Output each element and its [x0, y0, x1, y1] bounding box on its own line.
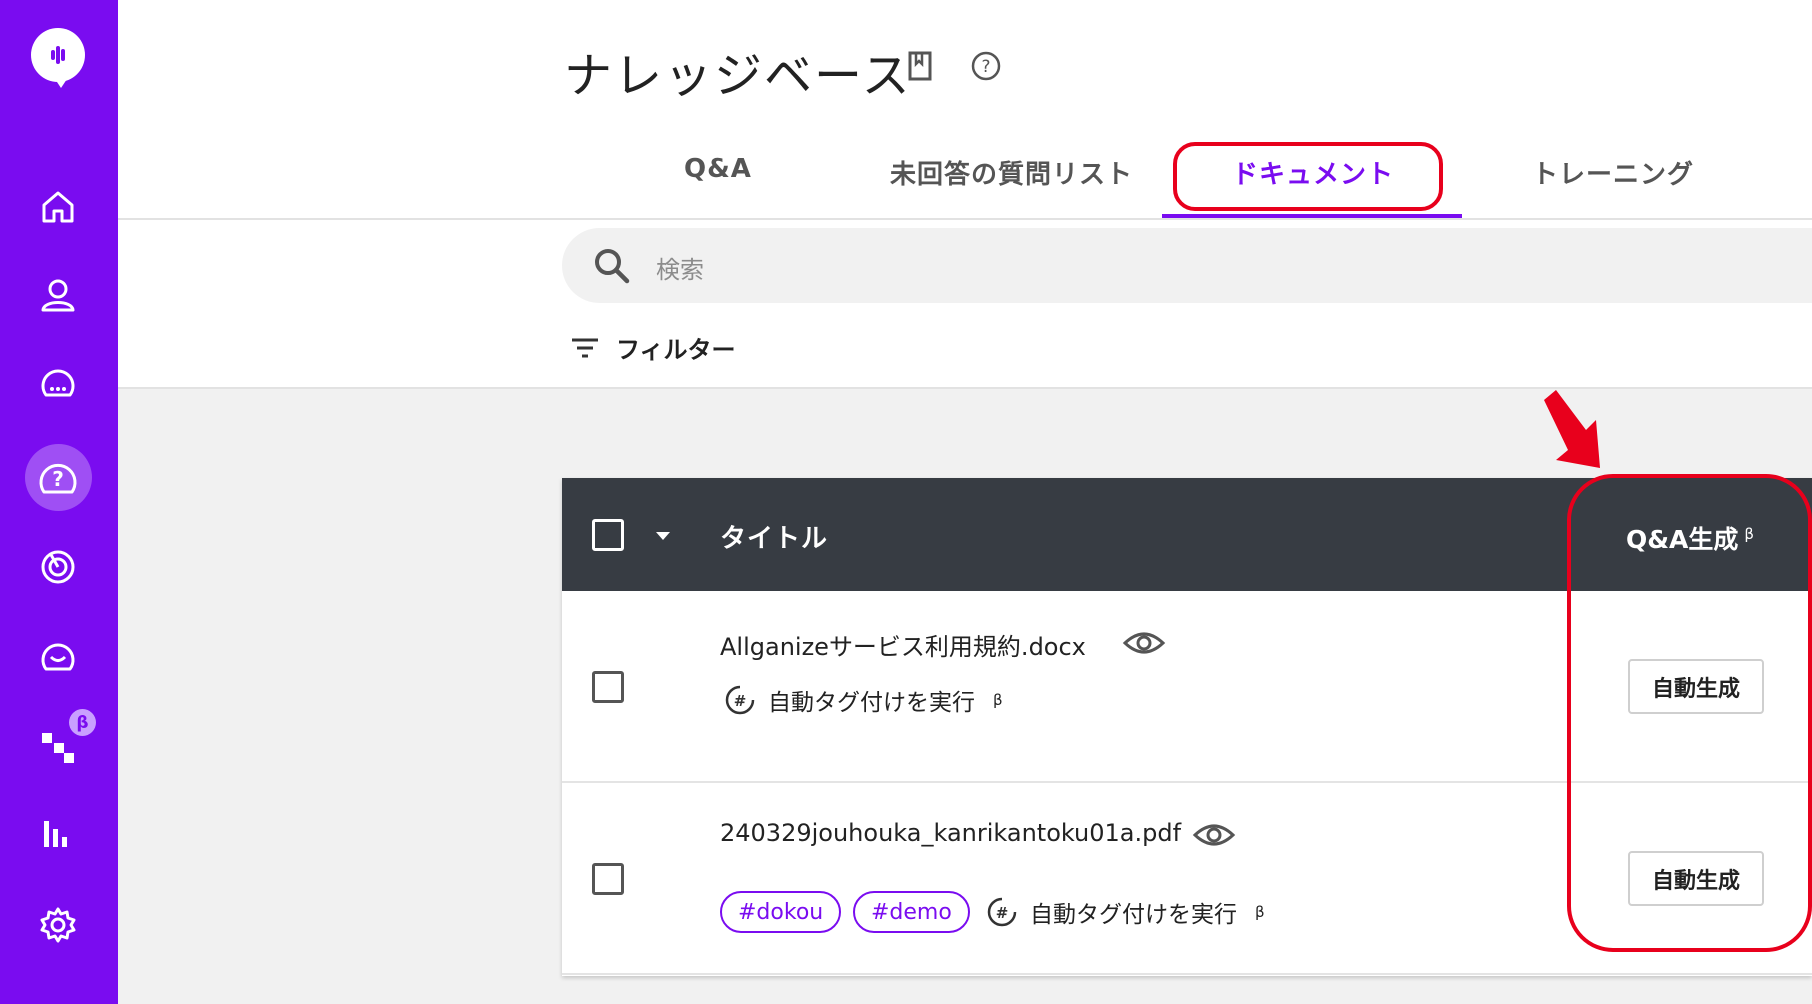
home-icon[interactable]	[35, 184, 81, 230]
page-title: ナレッジベース	[564, 48, 912, 104]
eye-icon[interactable]	[1192, 821, 1236, 849]
active-tab-indicator	[1162, 214, 1462, 218]
filter-label: フィルター	[616, 336, 736, 364]
svg-text:#: #	[996, 904, 1009, 922]
allganize-logo[interactable]	[31, 28, 85, 88]
book-icon[interactable]	[902, 48, 938, 84]
document-name[interactable]: 240329jouhouka_kanrikantoku01a.pdf	[720, 819, 1181, 847]
beta-superscript: β	[993, 691, 1003, 709]
tab-unanswered[interactable]: 未回答の質問リスト	[890, 154, 1133, 191]
document-name[interactable]: Allganizeサービス利用規約.docx	[720, 627, 1086, 662]
tag-chip[interactable]: #dokou	[720, 891, 842, 933]
hashtag-icon: #	[987, 897, 1017, 927]
hashtag-icon: #	[725, 685, 755, 715]
eye-icon[interactable]	[1122, 629, 1166, 657]
sidebar: ? β	[0, 0, 118, 1004]
column-title: タイトル	[720, 524, 829, 554]
documents-tab-highlight	[1173, 142, 1443, 211]
auto-tag-button[interactable]: # 自動タグ付けを実行 β	[986, 895, 1265, 929]
search-input[interactable]: 検索	[656, 250, 704, 285]
auto-tag-label: 自動タグ付けを実行	[768, 690, 975, 716]
tab-qa[interactable]: Q&A	[684, 154, 752, 184]
tab-training[interactable]: トレーニング	[1532, 154, 1694, 191]
user-icon[interactable]	[35, 272, 81, 318]
red-arrow-annotation	[1544, 390, 1600, 468]
beta-superscript: β	[1255, 903, 1265, 921]
svg-text:?: ?	[981, 57, 990, 77]
filter-button[interactable]: フィルター	[570, 330, 736, 365]
search-icon	[595, 249, 630, 284]
help-circle-icon[interactable]: ?	[968, 48, 1004, 84]
chart-icon[interactable]	[35, 810, 81, 856]
select-all-checkbox[interactable]	[592, 519, 624, 551]
qa-generation-highlight	[1567, 474, 1812, 952]
search-bar[interactable]: 検索	[562, 228, 1812, 303]
svg-text:#: #	[734, 692, 747, 710]
smile-chat-icon[interactable]	[35, 634, 81, 680]
svg-text:?: ?	[52, 467, 64, 491]
row-checkbox[interactable]	[592, 671, 624, 703]
chat-icon[interactable]	[35, 362, 81, 408]
gear-icon[interactable]	[35, 902, 81, 948]
row-checkbox[interactable]	[592, 863, 624, 895]
filter-icon	[572, 338, 598, 357]
chevron-down-icon[interactable]	[654, 530, 672, 542]
auto-tag-button[interactable]: # 自動タグ付けを実行 β	[724, 683, 1003, 717]
beta-badge: β	[69, 709, 96, 736]
auto-tag-label: 自動タグ付けを実行	[1030, 902, 1237, 928]
tabs-divider	[118, 218, 1812, 220]
target-icon[interactable]	[35, 544, 81, 590]
tag-chip[interactable]: #demo	[853, 891, 970, 933]
help-icon[interactable]: ?	[35, 455, 81, 501]
